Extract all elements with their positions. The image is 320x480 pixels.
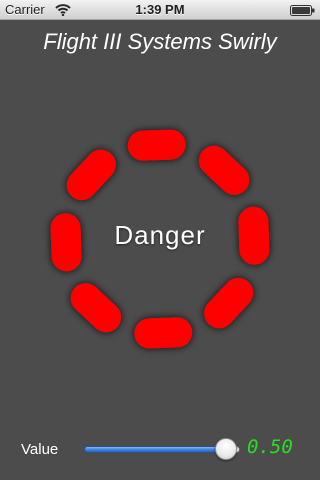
value-slider[interactable]	[84, 438, 240, 462]
app-screen: Carrier 1:39 PM Flight III Systems Swirl…	[0, 0, 320, 480]
status-time: 1:39 PM	[135, 2, 185, 17]
value-readout: 0.50	[247, 436, 293, 458]
battery-full-icon	[290, 5, 315, 16]
value-label: Value	[21, 441, 59, 458]
slider-track-fill	[84, 446, 227, 453]
app-title: Flight III Systems Swirly	[43, 29, 277, 54]
status-bar: Carrier 1:39 PM	[0, 0, 320, 20]
slider-thumb[interactable]	[215, 438, 238, 460]
swirly-segment	[134, 317, 193, 349]
swirly-segment	[127, 129, 186, 161]
swirly-segment	[66, 149, 116, 201]
swirly-segment	[70, 283, 122, 333]
swirly-status-label: Danger	[114, 220, 206, 250]
swirly-segment	[198, 145, 250, 195]
swirly-segment	[204, 277, 254, 329]
